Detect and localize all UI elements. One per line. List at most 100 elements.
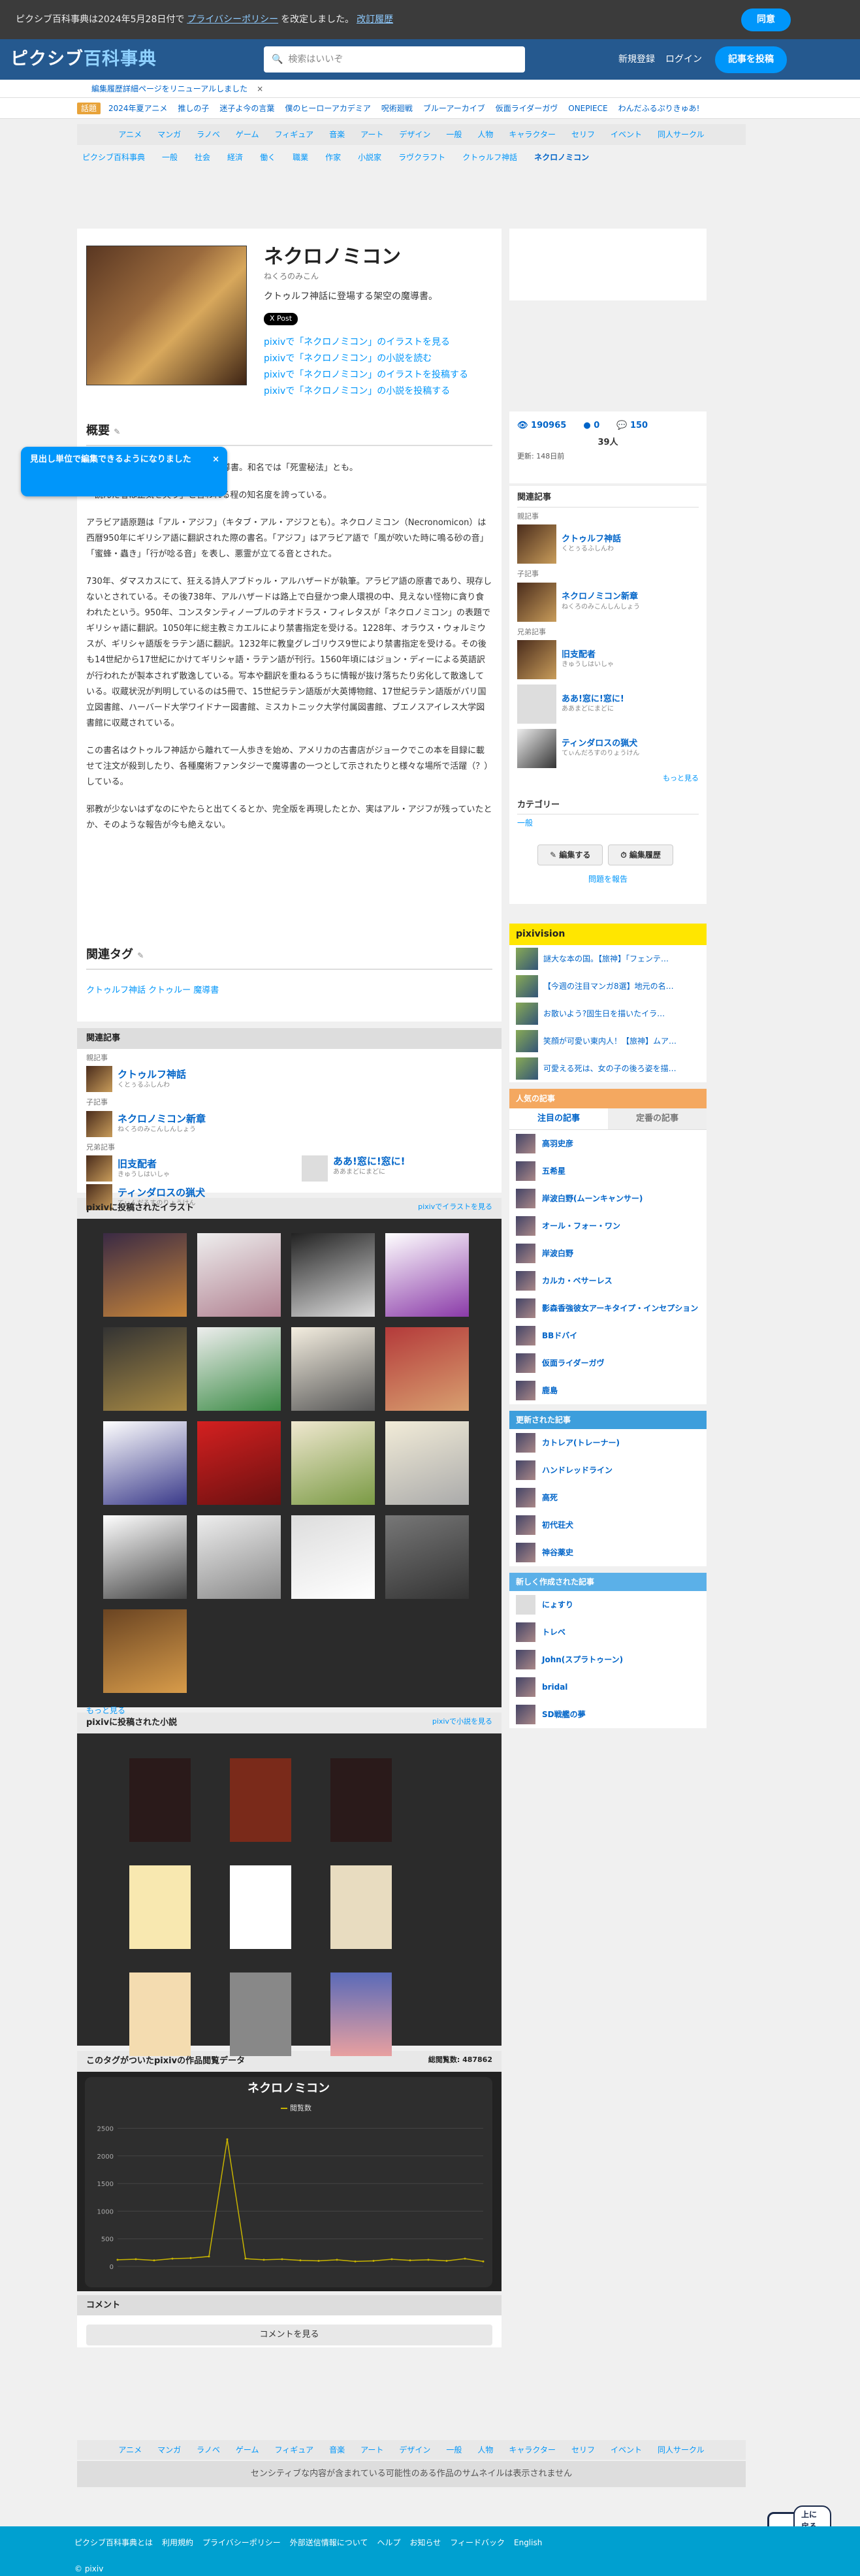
updated-item[interactable]: 高死: [509, 1484, 707, 1511]
nav-item[interactable]: セリフ: [571, 129, 595, 140]
nav-item[interactable]: アート: [360, 129, 383, 140]
pixivision-item[interactable]: 【今週の注目マンガ8選】地元の名…: [509, 973, 707, 1000]
nav-item[interactable]: 一般: [446, 129, 462, 140]
nav-item[interactable]: デザイン: [399, 129, 430, 140]
nav-item[interactable]: アニメ: [118, 129, 142, 140]
read-novel-link[interactable]: pixivで「ネクロノミコン」の小説を読む: [264, 353, 432, 364]
popular-item[interactable]: オール・フォー・ワン: [509, 1212, 707, 1240]
pixivision-item[interactable]: お散いよう?固生日を描いたイラ…: [509, 1000, 707, 1027]
related-item[interactable]: ネクロノミコン新章 ねくろのみこんしんしょう: [86, 1110, 492, 1137]
privacy-link[interactable]: プライバシーポリシー: [187, 13, 278, 27]
breadcrumb-item[interactable]: 作家: [325, 152, 341, 163]
signup-link[interactable]: 新規登録: [618, 53, 655, 67]
pencil-icon[interactable]: ✎: [137, 951, 144, 960]
popular-item[interactable]: 高羽史彦: [509, 1130, 707, 1157]
report-link[interactable]: 問題を報告: [588, 875, 628, 884]
footer-link[interactable]: プライバシーポリシー: [202, 2538, 281, 2547]
trending-item[interactable]: わんだふるぷりきゅあ!: [618, 103, 700, 114]
pixivision-item[interactable]: 可愛える死は、女の子の後ろ姿を描…: [509, 1055, 707, 1082]
nav-item[interactable]: ラノベ: [197, 2444, 220, 2456]
illust-thumb[interactable]: [385, 1327, 469, 1411]
new-item[interactable]: SD戦艦の夢: [509, 1701, 707, 1728]
popular-item[interactable]: BBドバイ: [509, 1322, 707, 1349]
footer-link[interactable]: 利用規約: [162, 2538, 193, 2547]
nav-item[interactable]: フィギュア: [275, 129, 314, 140]
pixivision-item[interactable]: 謎大な本の国。【旅神】「フェンテ…: [509, 945, 707, 973]
illust-thumb[interactable]: [103, 1609, 187, 1693]
sidebar-related-item[interactable]: ティンダロスの猟犬 てぃんだろすのりょうけん: [517, 729, 699, 768]
post-illust-link[interactable]: pixivで「ネクロノミコン」のイラストを投稿する: [264, 370, 468, 380]
sidebar-related-item[interactable]: 旧支配者 きゅうしはいしゃ: [517, 640, 699, 679]
tag-list[interactable]: クトゥルフ神話 クトゥルー 魔導書: [86, 984, 492, 997]
nav-item[interactable]: キャラクター: [509, 2444, 556, 2456]
footer-link[interactable]: ヘルプ: [377, 2538, 400, 2547]
trending-item[interactable]: 推しの子: [178, 103, 209, 114]
trending-item[interactable]: 仮面ライダーガヴ: [496, 103, 558, 114]
new-item[interactable]: トレベ: [509, 1618, 707, 1646]
trending-item[interactable]: 2024年夏アニメ: [108, 103, 167, 114]
agree-button[interactable]: 同意: [741, 8, 791, 31]
history-button[interactable]: ⏱ 編集履歴: [608, 845, 673, 865]
nav-item[interactable]: ゲーム: [236, 2444, 259, 2456]
sidebar-related-item[interactable]: クトゥルフ神話 くとぅるふしんわ: [517, 524, 699, 564]
tab-trending[interactable]: 注目の記事: [509, 1108, 608, 1129]
related-item[interactable]: ああ!窓に!窓に! ああまどにまどに: [302, 1155, 406, 1210]
illust-thumb[interactable]: [291, 1232, 375, 1317]
new-item[interactable]: bridal: [509, 1673, 707, 1701]
illust-thumb[interactable]: [385, 1232, 469, 1317]
category-link[interactable]: 一般: [517, 818, 533, 828]
novel-cover[interactable]: [129, 1972, 191, 2056]
illust-thumb[interactable]: [291, 1421, 375, 1505]
breadcrumb-item[interactable]: ラヴクラフト: [398, 152, 445, 163]
more-novel-link[interactable]: pixivで小説を見る: [432, 1716, 492, 1730]
more-illust-link[interactable]: pixivでイラストを見る: [418, 1202, 492, 1215]
illust-thumb[interactable]: [103, 1515, 187, 1599]
nav-item[interactable]: マンガ: [157, 2444, 181, 2456]
new-item[interactable]: にょすり: [509, 1591, 707, 1618]
more-link[interactable]: もっと見る: [663, 774, 699, 782]
novel-cover[interactable]: [330, 1758, 392, 1842]
nav-item[interactable]: アニメ: [118, 2444, 142, 2456]
new-item[interactable]: John(スプラトゥーン): [509, 1646, 707, 1673]
breadcrumb-item[interactable]: 社会: [195, 152, 210, 163]
nav-item[interactable]: キャラクター: [509, 129, 556, 140]
popular-item[interactable]: 岸波白野(ムーンキャンサー): [509, 1185, 707, 1212]
illust-thumb[interactable]: [103, 1232, 187, 1317]
nav-item[interactable]: 一般: [446, 2444, 462, 2456]
nav-item[interactable]: イベント: [611, 129, 642, 140]
breadcrumb-item[interactable]: ピクシブ百科事典: [82, 152, 145, 163]
illust-thumb[interactable]: [103, 1327, 187, 1411]
popular-item[interactable]: 五希星: [509, 1157, 707, 1185]
illust-thumb[interactable]: [291, 1515, 375, 1599]
notice-text[interactable]: 編集履歴詳細ページをリニューアルしました: [91, 83, 247, 95]
updated-item[interactable]: カトレア(トレーナー): [509, 1429, 707, 1457]
breadcrumb-item[interactable]: クトゥルフ神話: [462, 152, 517, 163]
nav-item[interactable]: マンガ: [157, 129, 181, 140]
sidebar-related-item[interactable]: ああ!窓に!窓に! ああまどにまどに: [517, 684, 699, 724]
nav-item[interactable]: フィギュア: [275, 2444, 314, 2456]
nav-item[interactable]: 音楽: [329, 2444, 345, 2456]
novel-cover[interactable]: [129, 1865, 191, 1949]
illust-thumb[interactable]: [291, 1327, 375, 1411]
related-item[interactable]: 旧支配者 きゅうしはいしゃ: [86, 1155, 302, 1182]
nav-item[interactable]: セリフ: [571, 2444, 595, 2456]
nav-item[interactable]: 人物: [477, 2444, 493, 2456]
login-link[interactable]: ログイン: [665, 53, 702, 67]
updated-item[interactable]: 神谷薬史: [509, 1539, 707, 1566]
hero-image[interactable]: [86, 246, 247, 385]
view-illust-link[interactable]: pixivで「ネクロノミコン」のイラストを見る: [264, 337, 450, 347]
more-link[interactable]: もっと見る: [86, 1706, 125, 1715]
illust-thumb[interactable]: [197, 1232, 281, 1317]
nav-item[interactable]: 同人サークル: [658, 129, 705, 140]
site-logo[interactable]: ピクシブ百科事典: [10, 46, 264, 73]
breadcrumb-item[interactable]: 一般: [162, 152, 178, 163]
footer-link[interactable]: フィードバック: [450, 2538, 505, 2547]
trending-item[interactable]: ONEPIECE: [568, 103, 607, 114]
popular-item[interactable]: 仮面ライダーガヴ: [509, 1349, 707, 1377]
nav-item[interactable]: ラノベ: [197, 129, 220, 140]
footer-link[interactable]: 外部送信情報について: [290, 2538, 368, 2547]
trending-item[interactable]: ブルーアーカイブ: [423, 103, 485, 114]
sidebar-related-item[interactable]: ネクロノミコン新章 ねくろのみこんしんしょう: [517, 582, 699, 622]
breadcrumb-item[interactable]: 小説家: [358, 152, 381, 163]
nav-item[interactable]: 音楽: [329, 129, 345, 140]
